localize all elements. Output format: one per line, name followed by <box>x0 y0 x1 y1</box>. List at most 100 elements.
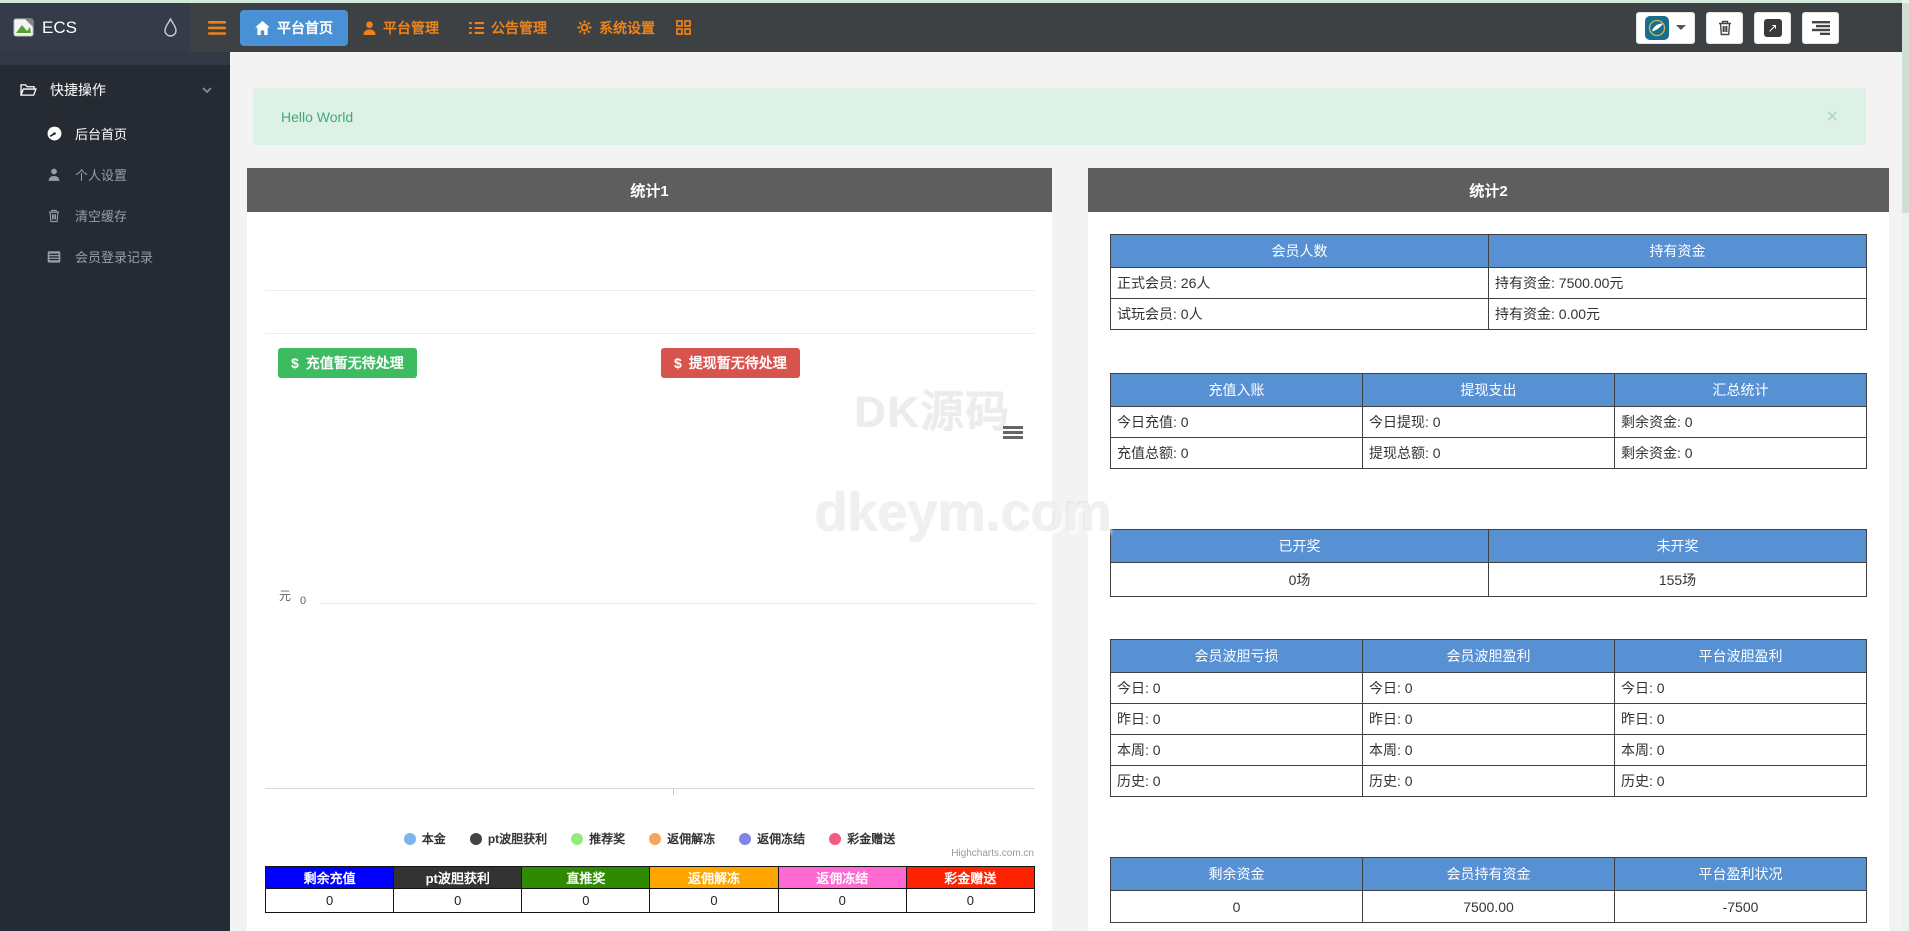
withdraw-button-label: 提现暂无待处理 <box>689 353 787 373</box>
legend-dot <box>649 833 661 845</box>
table-cell: 充值总额: 0 <box>1111 438 1363 469</box>
text-lines-icon <box>1812 21 1830 35</box>
table-header: 会员持有资金 <box>1363 858 1615 891</box>
sidebar-group-quick-actions[interactable]: 快捷操作 <box>0 65 230 113</box>
profit-loss-table: 会员波胆亏损 会员波胆盈利 平台波胆盈利 今日: 0 今日: 0 今日: 0 <box>1110 639 1867 797</box>
tab-label: 公告管理 <box>491 18 547 38</box>
table-header-row: 充值入账 提现支出 汇总统计 <box>1111 374 1867 407</box>
summary-value: 0 <box>394 889 522 913</box>
tab-system-settings[interactable]: 系统设置 <box>562 10 670 46</box>
table-header: 会员人数 <box>1111 235 1489 268</box>
summary-header: pt波胆获利 <box>394 867 522 889</box>
summary-header: 剩余充值 <box>266 867 394 889</box>
home-icon <box>255 21 270 35</box>
topbar-actions: ↗ <box>1636 12 1839 44</box>
clear-cache-button[interactable] <box>1706 12 1743 44</box>
deposit-button-label: 充值暂无待处理 <box>306 353 404 373</box>
log-list-button[interactable] <box>1802 12 1839 44</box>
sidebar-item-label: 后台首页 <box>75 124 127 143</box>
topbar: ECS 平台首页 平台管理 <box>0 3 1909 52</box>
watermark-dkeym: dkeym.com <box>815 482 1112 544</box>
chart-context-menu-icon[interactable] <box>1003 426 1023 441</box>
tachometer-icon <box>46 126 62 141</box>
table-cell: 历史: 0 <box>1363 766 1615 797</box>
avatar <box>1645 16 1669 40</box>
sidebar-item-dashboard[interactable]: 后台首页 <box>0 113 230 154</box>
chevron-down-icon <box>202 87 212 93</box>
table-cell: 155场 <box>1489 563 1867 597</box>
table-row: 正式会员: 26人 持有资金: 7500.00元 <box>1111 268 1867 299</box>
table-cell: 持有资金: 0.00元 <box>1489 299 1867 330</box>
legend-item[interactable]: 推荐奖 <box>571 830 625 847</box>
close-icon[interactable]: × <box>1826 107 1838 127</box>
chart-gridline <box>265 290 1035 291</box>
sidebar-toggle-icon[interactable] <box>208 21 226 35</box>
table-cell: 0 <box>1111 891 1363 923</box>
summary-value: 0 <box>650 889 778 913</box>
tab-label: 平台管理 <box>383 18 439 38</box>
highcharts-credits[interactable]: Highcharts.com.cn <box>951 848 1034 859</box>
folder-open-icon <box>20 83 37 97</box>
scrollbar-thumb[interactable] <box>1902 3 1909 213</box>
sidebar-group-label: 快捷操作 <box>50 80 106 100</box>
table-header: 提现支出 <box>1363 374 1615 407</box>
droplet-icon[interactable] <box>163 18 178 37</box>
table-header-row: 已开奖 未开奖 <box>1111 530 1867 563</box>
chart-x-tick <box>673 789 674 795</box>
tab-announcement-manage[interactable]: 公告管理 <box>454 10 562 46</box>
table-cell: 剩余资金: 0 <box>1615 407 1867 438</box>
chart-gridline-zero <box>320 603 1035 604</box>
calendar-icon <box>46 250 62 263</box>
table-header-row: 会员人数 持有资金 <box>1111 235 1867 268</box>
lottery-draw-table: 已开奖 未开奖 0场 155场 <box>1110 529 1867 597</box>
legend-dot <box>829 833 841 845</box>
table-cell: 0场 <box>1111 563 1489 597</box>
legend-label: 彩金赠送 <box>847 830 895 847</box>
table-row: 充值总额: 0 提现总额: 0 剩余资金: 0 <box>1111 438 1867 469</box>
panels-row: 统计1 $ 充值暂无待处理 $ 提现暂无待处理 <box>247 168 1889 931</box>
summary-table: 剩余充值 pt波胆获利 直推奖 返佣解冻 返佣冻结 彩金赠送 <box>265 866 1035 913</box>
legend-item[interactable]: 本金 <box>404 830 446 847</box>
table-cell: 昨日: 0 <box>1615 704 1867 735</box>
edit-shortcut-button[interactable]: ↗ <box>1754 12 1791 44</box>
legend-label: 本金 <box>422 830 446 847</box>
legend-item[interactable]: 返佣解冻 <box>649 830 715 847</box>
summary-header: 彩金赠送 <box>906 867 1034 889</box>
tab-platform-home[interactable]: 平台首页 <box>240 10 348 46</box>
sidebar-item-profile-settings[interactable]: 个人设置 <box>0 154 230 195</box>
table-cell: 提现总额: 0 <box>1363 438 1615 469</box>
tab-platform-manage[interactable]: 平台管理 <box>348 10 454 46</box>
summary-header: 返佣冻结 <box>778 867 906 889</box>
grid-menu-icon[interactable] <box>676 20 691 35</box>
y-axis-tick: 0 <box>300 595 306 607</box>
legend-item[interactable]: pt波胆获利 <box>470 830 547 847</box>
table-header: 持有资金 <box>1489 235 1867 268</box>
table-header-row: 会员波胆亏损 会员波胆盈利 平台波胆盈利 <box>1111 640 1867 673</box>
sidebar-item-label: 清空缓存 <box>75 206 127 225</box>
table-header: 平台波胆盈利 <box>1615 640 1867 673</box>
panel-title: 统计2 <box>1088 168 1889 212</box>
page-scrollbar[interactable] <box>1902 0 1909 931</box>
sidebar-item-clear-cache[interactable]: 清空缓存 <box>0 195 230 236</box>
brand[interactable]: ECS <box>0 3 190 52</box>
table-header: 剩余资金 <box>1111 858 1363 891</box>
summary-value: 0 <box>906 889 1034 913</box>
withdraw-pending-button[interactable]: $ 提现暂无待处理 <box>661 348 800 378</box>
profile-dropdown-button[interactable] <box>1636 12 1695 44</box>
summary-value-row: 0 0 0 0 0 0 <box>266 889 1035 913</box>
list-icon <box>469 21 484 35</box>
legend-item[interactable]: 返佣冻结 <box>739 830 805 847</box>
sidebar-item-member-login-log[interactable]: 会员登录记录 <box>0 236 230 277</box>
trash-icon <box>1718 20 1732 36</box>
table-cell: 7500.00 <box>1363 891 1615 923</box>
legend-item[interactable]: 彩金赠送 <box>829 830 895 847</box>
table-cell: 今日提现: 0 <box>1363 407 1615 438</box>
table-cell: 本周: 0 <box>1615 735 1867 766</box>
legend-dot <box>739 833 751 845</box>
external-link-icon: ↗ <box>1764 19 1782 37</box>
deposit-pending-button[interactable]: $ 充值暂无待处理 <box>278 348 417 378</box>
legend-label: 返佣冻结 <box>757 830 805 847</box>
broken-image-icon <box>12 16 36 40</box>
table-row: 0场 155场 <box>1111 563 1867 597</box>
chart-area: $ 充值暂无待处理 $ 提现暂无待处理 DK源码 dkeym.com 元 <box>247 212 1052 931</box>
